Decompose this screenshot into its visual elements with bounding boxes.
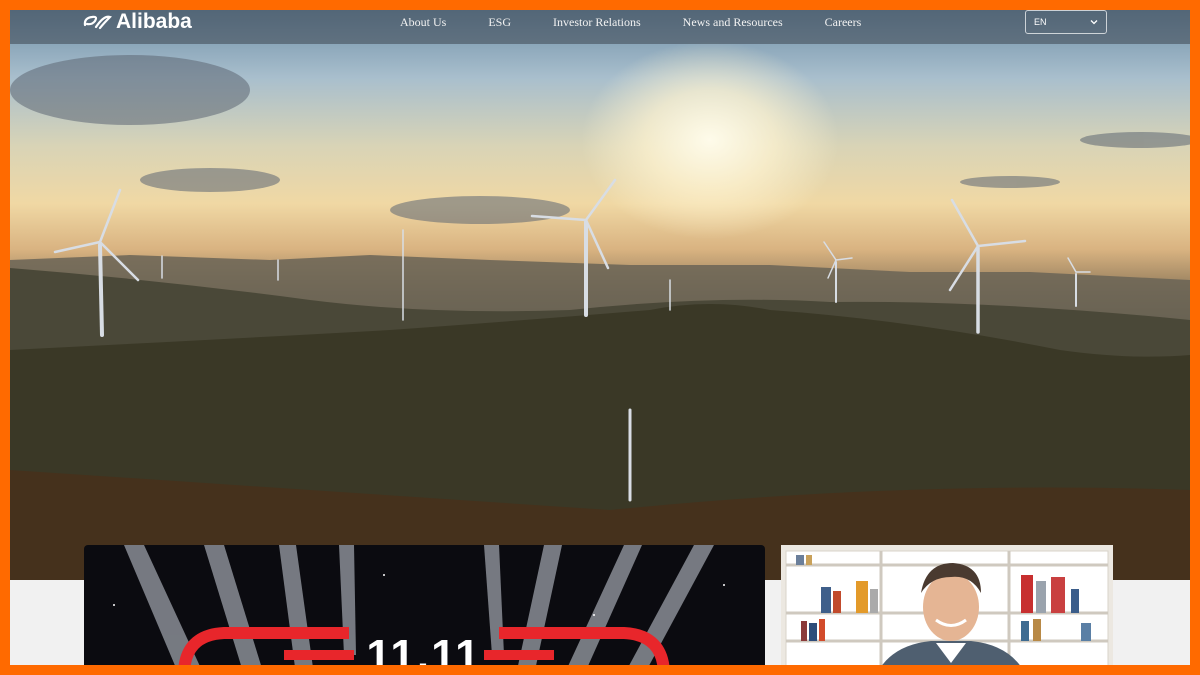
speaker-video-card[interactable]: [781, 545, 1113, 665]
page-frame: Alibaba About Us ESG Investor Relations …: [10, 10, 1190, 665]
nav-careers[interactable]: Careers: [825, 15, 862, 30]
nav-news-and-resources[interactable]: News and Resources: [683, 15, 783, 30]
hero-banner: [10, 10, 1190, 580]
speaker-portrait-image: [781, 545, 1113, 665]
main-menu: About Us ESG Investor Relations News and…: [400, 10, 903, 34]
alibaba-logo-mark-icon: [83, 15, 112, 30]
nav-investor-relations[interactable]: Investor Relations: [553, 15, 641, 30]
shopping-festival-card[interactable]: 11.11: [84, 545, 765, 665]
nav-about-us[interactable]: About Us: [400, 15, 446, 30]
wind-farm-landscape: [10, 55, 1190, 580]
chevron-down-icon: [1090, 20, 1098, 25]
brand-name: Alibaba: [116, 10, 192, 33]
language-selected: EN: [1034, 17, 1047, 27]
alibaba-logo[interactable]: Alibaba: [82, 10, 192, 34]
top-navigation-bar: Alibaba About Us ESG Investor Relations …: [10, 10, 1190, 44]
festival-badge: 11.11: [366, 631, 482, 665]
nav-esg[interactable]: ESG: [488, 15, 511, 30]
language-selector[interactable]: EN: [1025, 10, 1107, 34]
